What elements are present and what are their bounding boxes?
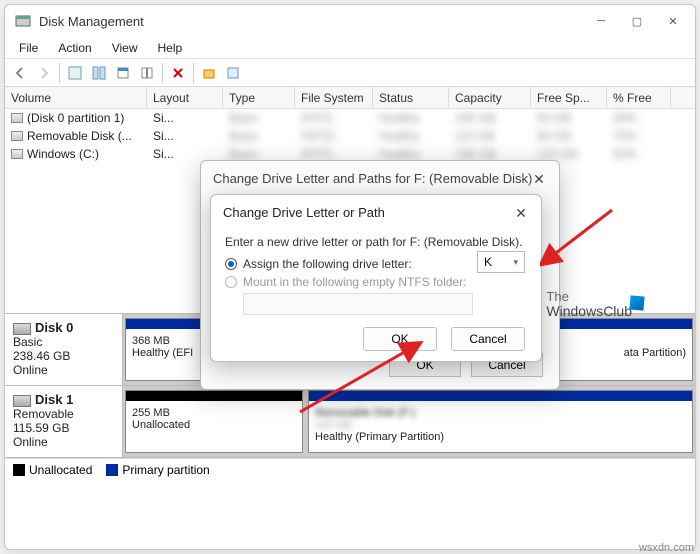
volume-name: Windows (C:) bbox=[27, 147, 99, 161]
disk-icon bbox=[13, 323, 31, 335]
window-title: Disk Management bbox=[39, 14, 583, 29]
forward-button[interactable] bbox=[33, 62, 55, 84]
app-icon bbox=[15, 13, 31, 29]
refresh-button[interactable] bbox=[88, 62, 110, 84]
titlebar: Disk Management ─ ▢ ✕ bbox=[5, 5, 695, 37]
col-status[interactable]: Status bbox=[373, 87, 449, 108]
toolbar-icon[interactable] bbox=[64, 62, 86, 84]
close-button[interactable]: ✕ bbox=[655, 5, 691, 37]
col-pctfree[interactable]: % Free bbox=[607, 87, 671, 108]
mount-folder-label: Mount in the following empty NTFS folder… bbox=[243, 275, 466, 289]
col-type[interactable]: Type bbox=[223, 87, 295, 108]
disk-label: Disk 1 bbox=[35, 392, 73, 407]
ok-button[interactable]: OK bbox=[363, 327, 437, 351]
disk-status: Online bbox=[13, 435, 48, 449]
close-icon[interactable]: ✕ bbox=[509, 201, 533, 225]
cancel-button[interactable]: Cancel bbox=[451, 327, 525, 351]
volume-list-header: Volume Layout Type File System Status Ca… bbox=[5, 87, 695, 109]
menu-action[interactable]: Action bbox=[50, 41, 99, 55]
radio-unselected-icon bbox=[225, 276, 237, 288]
footer-watermark: wsxdn.com bbox=[639, 542, 694, 554]
disk-status: Online bbox=[13, 363, 48, 377]
disk-size: 115.59 GB bbox=[13, 421, 69, 435]
legend-unallocated-label: Unallocated bbox=[29, 463, 92, 477]
drive-letter-select[interactable]: K ▾ bbox=[477, 251, 525, 273]
disk-info: Disk 0 Basic 238.46 GB Online bbox=[5, 314, 123, 385]
volume-layout: Si... bbox=[147, 127, 223, 145]
dialog-instruction: Enter a new drive letter or path for F: … bbox=[225, 235, 527, 249]
menubar: File Action View Help bbox=[5, 37, 695, 59]
partition-size: 255 MB bbox=[132, 407, 170, 419]
volume-name: Removable Disk (... bbox=[27, 129, 132, 143]
volume-row[interactable]: Removable Disk (... Si... BasicFAT32Heal… bbox=[5, 127, 695, 145]
col-volume[interactable]: Volume bbox=[5, 87, 147, 108]
assign-letter-label: Assign the following drive letter: bbox=[243, 257, 412, 271]
toolbar bbox=[5, 59, 695, 87]
chevron-down-icon: ▾ bbox=[513, 257, 518, 268]
partition-status: Unallocated bbox=[132, 419, 190, 431]
legend-primary-label: Primary partition bbox=[122, 463, 209, 477]
disk-type: Removable bbox=[13, 407, 74, 421]
dialog-title: Change Drive Letter or Path bbox=[211, 195, 541, 229]
dialog-title: Change Drive Letter and Paths for F: (Re… bbox=[201, 161, 559, 195]
partition-title: Removable Disk (F:) bbox=[315, 407, 415, 419]
disk-row: Disk 1 Removable 115.59 GB Online 255 MB… bbox=[5, 386, 695, 458]
menu-file[interactable]: File bbox=[11, 41, 46, 55]
partition[interactable]: 255 MBUnallocated bbox=[125, 390, 303, 453]
col-filesystem[interactable]: File System bbox=[295, 87, 373, 108]
maximize-button[interactable]: ▢ bbox=[619, 5, 655, 37]
col-capacity[interactable]: Capacity bbox=[449, 87, 531, 108]
toolbar-icon-3[interactable] bbox=[198, 62, 220, 84]
disk-icon bbox=[13, 395, 31, 407]
watermark: The WindowsClub bbox=[546, 290, 632, 320]
watermark-icon bbox=[629, 295, 644, 310]
radio-selected-icon bbox=[225, 258, 237, 270]
volume-name: (Disk 0 partition 1) bbox=[27, 111, 124, 125]
disk-size: 238.46 GB bbox=[13, 349, 70, 363]
legend-primary-swatch bbox=[106, 464, 118, 476]
partition-status: ata Partition) bbox=[624, 347, 686, 359]
partition[interactable]: Removable Disk (F:)115 GBHealthy (Primar… bbox=[308, 390, 693, 453]
close-icon[interactable]: ✕ bbox=[527, 167, 551, 191]
partition-status: Healthy (Primary Partition) bbox=[315, 431, 444, 443]
mount-folder-radio[interactable]: Mount in the following empty NTFS folder… bbox=[225, 275, 527, 289]
properties-button[interactable] bbox=[112, 62, 134, 84]
volume-list: (Disk 0 partition 1) Si... BasicNTFSHeal… bbox=[5, 109, 695, 165]
back-button[interactable] bbox=[9, 62, 31, 84]
disk-type: Basic bbox=[13, 335, 42, 349]
help-button[interactable] bbox=[222, 62, 244, 84]
volume-icon bbox=[11, 113, 23, 123]
minimize-button[interactable]: ─ bbox=[583, 5, 619, 37]
menu-help[interactable]: Help bbox=[150, 41, 191, 55]
legend: Unallocated Primary partition bbox=[5, 458, 695, 480]
ntfs-folder-input bbox=[243, 293, 473, 315]
partition-status: Healthy (EFI bbox=[132, 347, 193, 359]
volume-icon bbox=[11, 131, 23, 141]
menu-view[interactable]: View bbox=[104, 41, 146, 55]
disk-info: Disk 1 Removable 115.59 GB Online bbox=[5, 386, 123, 457]
disk-label: Disk 0 bbox=[35, 320, 73, 335]
legend-unallocated-swatch bbox=[13, 464, 25, 476]
volume-icon bbox=[11, 149, 23, 159]
toolbar-icon-2[interactable] bbox=[136, 62, 158, 84]
volume-row[interactable]: (Disk 0 partition 1) Si... BasicNTFSHeal… bbox=[5, 109, 695, 127]
change-drive-letter-dialog: Change Drive Letter or Path ✕ Enter a ne… bbox=[210, 194, 542, 362]
col-freespace[interactable]: Free Sp... bbox=[531, 87, 607, 108]
volume-layout: Si... bbox=[147, 109, 223, 127]
partition-size: 368 MB bbox=[132, 335, 170, 347]
drive-letter-value: K bbox=[484, 255, 492, 269]
delete-button[interactable] bbox=[167, 62, 189, 84]
col-layout[interactable]: Layout bbox=[147, 87, 223, 108]
